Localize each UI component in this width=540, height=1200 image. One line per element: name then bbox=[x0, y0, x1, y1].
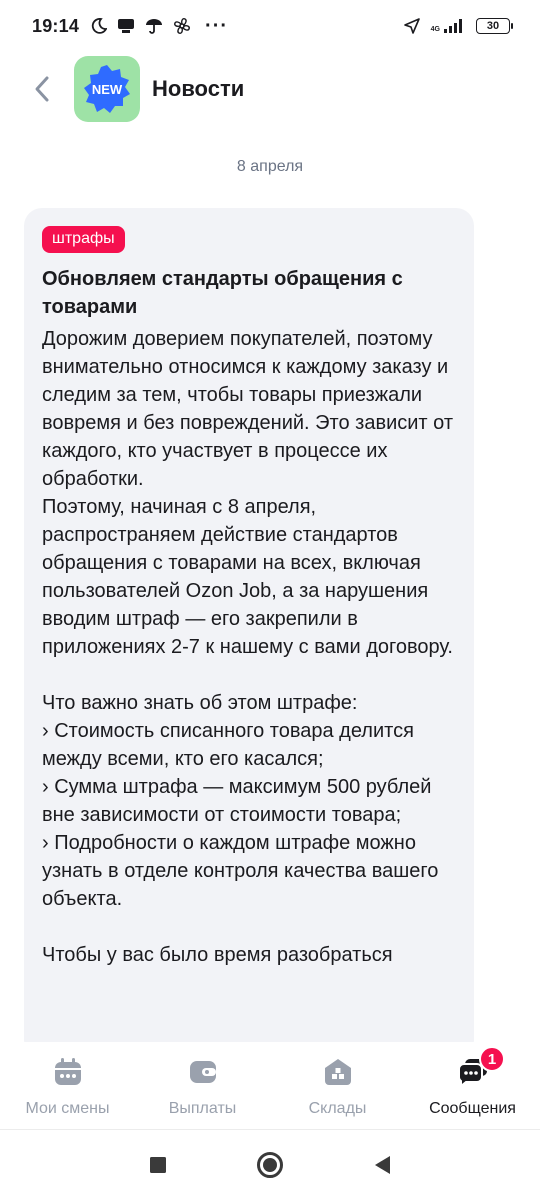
page-title: Новости bbox=[152, 76, 245, 101]
home-button[interactable] bbox=[214, 1137, 326, 1193]
square-icon bbox=[150, 1157, 166, 1173]
message-card: штрафы Обновляем стандарты обращения с т… bbox=[24, 208, 474, 1058]
network-type: 4G bbox=[430, 26, 440, 33]
umbrella-icon bbox=[146, 19, 163, 34]
bottom-navigation: Мои смены Выплаты Склады 1 Сообщения bbox=[0, 1042, 540, 1130]
fan-icon bbox=[174, 18, 190, 34]
battery-level: 30 bbox=[486, 20, 500, 32]
wallet-icon bbox=[187, 1056, 219, 1088]
circle-home-icon bbox=[257, 1152, 283, 1178]
status-bar: 19:14 ··· 4G 30 bbox=[0, 0, 540, 52]
message-body: Дорожим доверием покупателей, поэтому вн… bbox=[42, 328, 453, 966]
moon-icon bbox=[91, 18, 108, 34]
status-notification-icons: ··· bbox=[91, 15, 228, 38]
nav-label-warehouses: Склады bbox=[308, 1100, 367, 1117]
nav-label-payments: Выплаты bbox=[168, 1100, 237, 1117]
back-button[interactable] bbox=[22, 69, 62, 109]
system-back-button[interactable] bbox=[326, 1137, 438, 1193]
system-navigation-bar bbox=[0, 1130, 540, 1200]
warehouse-icon bbox=[322, 1056, 354, 1088]
more-notifications-icon: ··· bbox=[205, 14, 229, 37]
channel-avatar: NEW bbox=[74, 56, 140, 122]
triangle-back-icon bbox=[375, 1156, 390, 1174]
calendar-icon bbox=[52, 1056, 84, 1088]
unread-count-badge: 1 bbox=[479, 1046, 505, 1072]
status-time: 19:14 bbox=[32, 15, 80, 36]
new-badge-text: NEW bbox=[92, 82, 123, 97]
nav-item-shifts[interactable]: Мои смены bbox=[0, 1042, 135, 1129]
chevron-left-icon bbox=[35, 76, 49, 102]
new-badge-icon: NEW bbox=[84, 65, 130, 113]
ozon-job-icon bbox=[118, 19, 135, 33]
signal-icon: 4G bbox=[431, 19, 466, 33]
location-arrow-icon bbox=[403, 18, 420, 34]
chat-header: NEW Новости bbox=[0, 56, 540, 122]
nav-label-shifts: Мои смены bbox=[25, 1100, 110, 1117]
message-title: Обновляем стандарты обращения с товарами bbox=[42, 268, 403, 318]
nav-item-messages[interactable]: 1 Сообщения bbox=[405, 1042, 540, 1129]
status-system-icons: 4G 30 bbox=[403, 17, 513, 35]
date-divider: 8 апреля bbox=[236, 158, 304, 175]
battery-icon: 30 bbox=[476, 18, 513, 34]
message-tag: штрафы bbox=[42, 226, 125, 253]
recent-apps-button[interactable] bbox=[102, 1137, 214, 1193]
nav-item-warehouses[interactable]: Склады bbox=[270, 1042, 405, 1129]
nav-item-payments[interactable]: Выплаты bbox=[135, 1042, 270, 1129]
nav-label-messages: Сообщения bbox=[429, 1100, 516, 1117]
